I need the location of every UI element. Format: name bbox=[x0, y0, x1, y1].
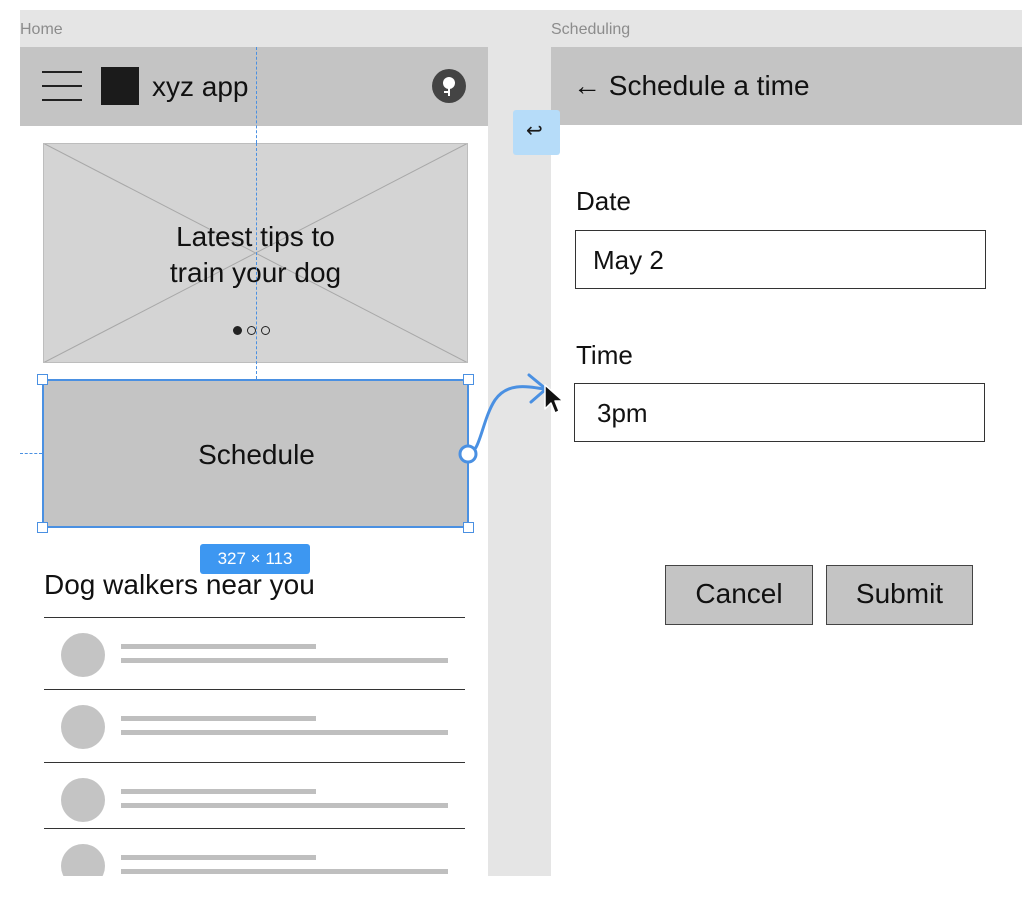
prototype-overlay bbox=[458, 373, 548, 464]
dimension-badge: 327 × 113 bbox=[200, 544, 310, 574]
prototype-connection-node bbox=[458, 444, 478, 464]
mouse-cursor-icon bbox=[544, 384, 564, 414]
prototype-connection-line bbox=[468, 385, 545, 455]
